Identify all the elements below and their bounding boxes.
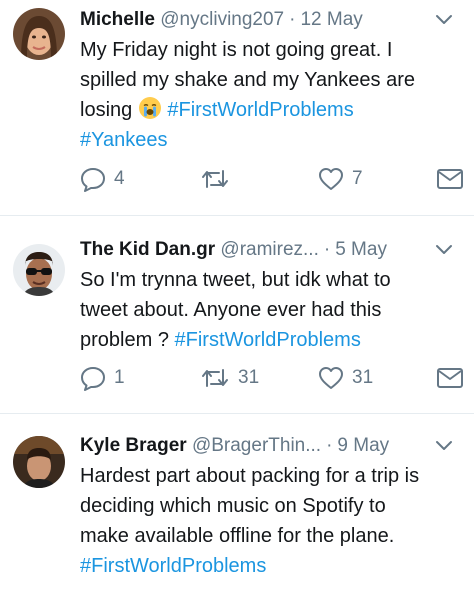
- reply-icon: [80, 166, 106, 192]
- author-name[interactable]: The Kid Dan.gr: [80, 239, 215, 260]
- reply-button[interactable]: 4: [80, 164, 125, 194]
- tweet-text-segment: problem ?: [80, 329, 175, 351]
- heart-icon: [318, 366, 344, 390]
- tweet-text: Hardest part about packing for a trip is…: [80, 461, 460, 581]
- reply-button[interactable]: 1: [80, 363, 125, 393]
- author-handle[interactable]: @nycliving207: [160, 9, 284, 30]
- separator-dot: ·: [323, 239, 331, 260]
- tweet-text-segment: Hardest part about packing for a trip is: [80, 465, 420, 487]
- tweet-text-line: #Yankees: [80, 125, 460, 155]
- retweet-count: 31: [238, 367, 260, 388]
- tweet-text-line: So I'm trynna tweet, but idk what to: [80, 265, 460, 295]
- direct-message-button[interactable]: [436, 363, 464, 393]
- tweet-header: Kyle Brager @BragerThin... · 9 May: [80, 434, 464, 458]
- retweet-button[interactable]: 31: [200, 363, 259, 393]
- tweet-text: My Friday night is not going great. I spi…: [80, 35, 460, 155]
- crying-face-emoji: [138, 97, 161, 119]
- chevron-down-icon[interactable]: [432, 238, 456, 262]
- tweet-text-line: Hardest part about packing for a trip is: [80, 461, 460, 491]
- tweet[interactable]: Kyle Brager @BragerThin... · 9 May Hardest…: [0, 414, 474, 591]
- envelope-icon: [436, 366, 464, 390]
- author-name[interactable]: Kyle Brager: [80, 435, 187, 456]
- avatar-photo: [13, 8, 65, 60]
- author-handle[interactable]: @ramirez...: [220, 239, 318, 260]
- separator-dot: ·: [289, 9, 296, 30]
- hashtag-link[interactable]: #FirstWorldProblems: [80, 555, 266, 577]
- avatar-photo: [13, 436, 65, 488]
- retweet-button[interactable]: [200, 164, 238, 194]
- tweet-actions: 1 31 31: [80, 363, 466, 393]
- reply-icon: [80, 365, 106, 391]
- chevron-down-icon[interactable]: [432, 434, 456, 458]
- envelope-icon: [436, 167, 464, 191]
- author-handle[interactable]: @BragerThin...: [192, 435, 321, 456]
- author-name[interactable]: Michelle: [80, 9, 155, 30]
- tweet-text-line: tweet about. Anyone ever had this: [80, 295, 460, 325]
- like-button[interactable]: 31: [318, 363, 373, 393]
- tweet-actions: 4 7: [80, 164, 466, 194]
- tweet-text-segment: deciding which music on Spotify to: [80, 495, 386, 517]
- tweet-text-segment: spilled my shake and my Yankees are: [80, 69, 415, 91]
- retweet-icon: [200, 365, 230, 391]
- heart-icon: [318, 167, 344, 191]
- tweet-text-line: deciding which music on Spotify to: [80, 491, 460, 521]
- like-count: 31: [352, 367, 374, 388]
- hashtag-link[interactable]: #FirstWorldProblems: [175, 329, 361, 351]
- tweet-date[interactable]: 9 May: [337, 435, 389, 456]
- avatar[interactable]: [13, 436, 65, 488]
- tweet-text-segment: make available offline for the plane.: [80, 525, 395, 547]
- tweet-text-line: My Friday night is not going great. I: [80, 35, 460, 65]
- direct-message-button[interactable]: [436, 164, 464, 194]
- tweet-text-line: losing #FirstWorldProblems: [80, 95, 460, 125]
- tweet-text-line: problem ? #FirstWorldProblems: [80, 325, 460, 355]
- avatar[interactable]: [13, 8, 65, 60]
- tweet-header: The Kid Dan.gr @ramirez... · 5 May: [80, 238, 464, 262]
- tweet-text: So I'm trynna tweet, but idk what to twee…: [80, 265, 460, 355]
- avatar[interactable]: [13, 244, 65, 296]
- tweet-text-line: spilled my shake and my Yankees are: [80, 65, 460, 95]
- avatar-photo: [13, 244, 65, 296]
- tweet-text-line: make available offline for the plane.: [80, 521, 460, 551]
- reply-count: 1: [114, 367, 125, 388]
- like-button[interactable]: 7: [318, 164, 363, 194]
- tweet-date[interactable]: 5 May: [335, 239, 387, 260]
- tweet-text-segment: losing: [80, 99, 138, 121]
- tweet-date[interactable]: 12 May: [300, 9, 362, 30]
- tweet[interactable]: The Kid Dan.gr @ramirez... · 5 May So I'm …: [0, 216, 474, 413]
- retweet-icon: [200, 166, 230, 192]
- tweet-text-line: #FirstWorldProblems: [80, 551, 460, 581]
- tweet-text-segment: tweet about. Anyone ever had this: [80, 299, 382, 321]
- tweet-text-segment: My Friday night is not going great. I: [80, 39, 393, 61]
- tweet[interactable]: Michelle @nycliving207 · 12 May My Friday …: [0, 0, 474, 215]
- like-count: 7: [352, 168, 363, 189]
- tweet-header: Michelle @nycliving207 · 12 May: [80, 8, 464, 32]
- chevron-down-icon[interactable]: [432, 8, 456, 32]
- separator-dot: ·: [326, 435, 333, 456]
- tweet-text-segment: So I'm trynna tweet, but idk what to: [80, 269, 391, 291]
- hashtag-link[interactable]: #Yankees: [80, 129, 167, 151]
- hashtag-link[interactable]: #FirstWorldProblems: [167, 99, 353, 121]
- reply-count: 4: [114, 168, 125, 189]
